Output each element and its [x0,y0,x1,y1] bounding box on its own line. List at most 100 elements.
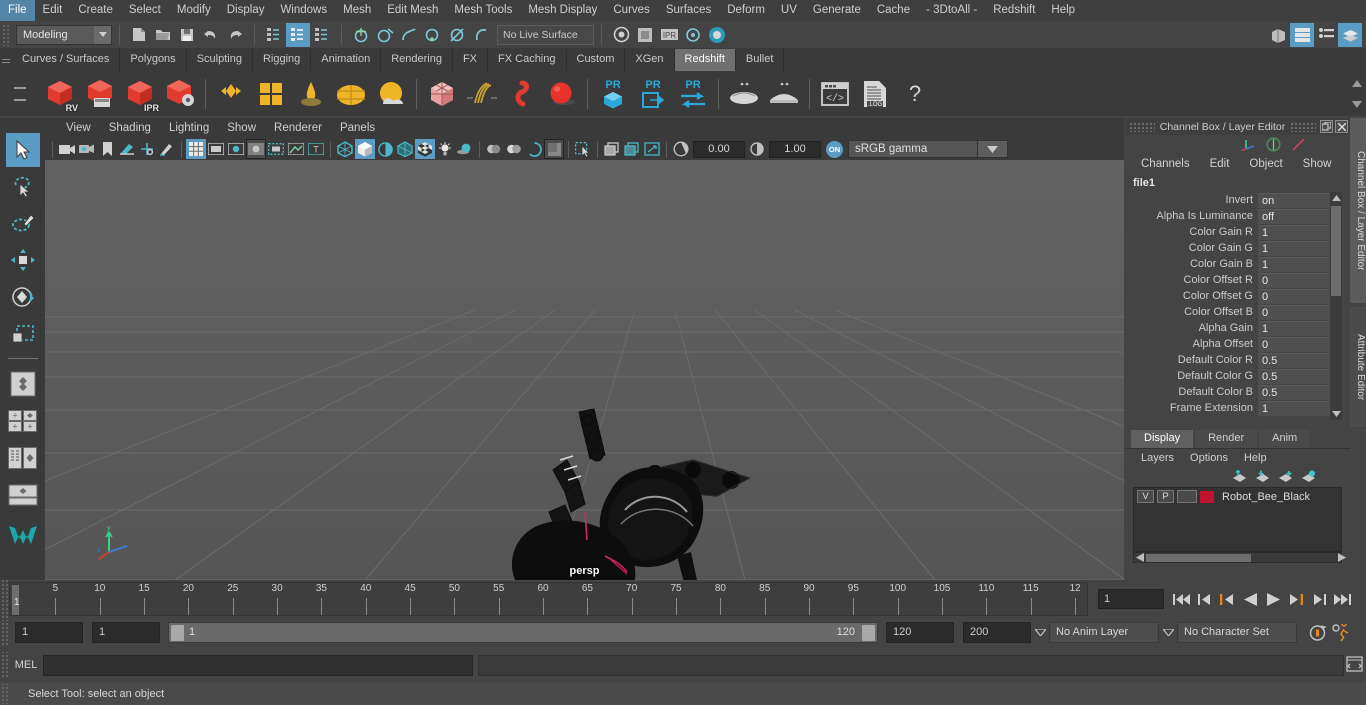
grease-pencil-icon[interactable] [157,139,177,159]
layers-menu[interactable]: Layers [1133,449,1182,467]
viewport-menu-show[interactable]: Show [218,118,265,138]
shelf-tab-bullet[interactable]: Bullet [735,49,785,71]
step-back-frame-icon[interactable] [1216,587,1238,611]
menu-surfaces[interactable]: Surfaces [658,0,719,21]
channel-row[interactable]: Invert on [1125,192,1350,208]
dock-tab-attribute-editor[interactable]: Attribute Editor [1350,307,1366,427]
use-all-lights-icon[interactable] [435,139,455,159]
channel-row[interactable]: Default Color G 0.5 [1125,368,1350,384]
snap-to-live-icon[interactable] [469,23,493,47]
ipr-render-icon[interactable] [633,23,657,47]
menu-3dtoall[interactable]: - 3DtoAll - [918,0,985,21]
shelf-tab-curves-surfaces[interactable]: Curves / Surfaces [12,49,121,71]
render-current-frame-icon[interactable] [609,23,633,47]
texture-display-icon[interactable] [415,139,435,159]
select-camera-icon[interactable] [57,139,77,159]
shelf-button-redshift-proxy[interactable] [422,74,462,114]
gamma-icon[interactable] [747,139,767,159]
menu-redshift[interactable]: Redshift [985,0,1043,21]
tab-anim[interactable]: Anim [1259,430,1311,448]
layer-color-swatch[interactable] [1200,490,1214,503]
render-settings-icon[interactable] [681,23,705,47]
channel-value[interactable]: 0.5 [1258,352,1333,368]
animation-end-time-field[interactable]: 200 [963,622,1031,643]
show-hide-attribute-editor-icon[interactable] [1290,23,1314,47]
channel-value[interactable]: 1 [1258,240,1333,256]
shelf-button-redshift-render-settings[interactable] [160,74,200,114]
channel-value[interactable]: 0 [1258,272,1333,288]
channel-box-scrollbar[interactable] [1330,192,1342,420]
time-slider-track[interactable]: 1 5 10 15 20 25 30 35 40 45 50 55 60 65 70 75 80 85 90 95 1… [9,582,1088,616]
character-set-field[interactable]: No Character Set [1177,622,1297,643]
shelf-button-redshift-bake-1[interactable] [724,74,764,114]
layer-row[interactable]: V P Robot_Bee_Black [1134,488,1341,505]
shelf-tab-fx-caching[interactable]: FX Caching [488,49,567,71]
film-gate-dashed-icon[interactable] [266,139,286,159]
menu-edit[interactable]: Edit [35,0,71,21]
viewport-menu-shading[interactable]: Shading [100,118,160,138]
layout-persp-outliner-button[interactable]: + + + [6,402,40,439]
channel-row[interactable]: Alpha Gain 1 [1125,320,1350,336]
new-scene-icon[interactable] [127,23,151,47]
menu-file[interactable]: File [0,0,35,21]
menu-windows[interactable]: Windows [272,0,335,21]
go-to-end-icon[interactable] [1331,587,1353,611]
shelf-tab-grip[interactable] [0,48,12,71]
scale-tool-button[interactable] [6,315,40,352]
select-by-object-type-icon[interactable] [286,22,310,47]
layout-persp-graph-button[interactable] [6,439,40,476]
screen-space-ao-icon[interactable] [484,139,504,159]
menu-modify[interactable]: Modify [169,0,219,21]
no-texture-filter-icon[interactable] [602,139,622,159]
shelf-tab-animation[interactable]: Animation [311,49,382,71]
channel-row[interactable]: Frame Extension 1 [1125,400,1350,416]
scrollbar-thumb[interactable] [1331,206,1341,296]
shelf-button-redshift-log[interactable]: .LOG [855,74,895,114]
menu-curves[interactable]: Curves [605,0,657,21]
shelf-button-redshift-sphere-light[interactable] [542,74,582,114]
step-forward-frame-icon[interactable] [1285,587,1307,611]
channel-row[interactable]: Default Color R 0.5 [1125,352,1350,368]
shelf-button-redshift-lights[interactable] [211,74,251,114]
move-layer-up-icon[interactable] [1232,469,1247,483]
range-end-handle[interactable] [862,625,875,641]
channelbox-menu-channels[interactable]: Channels [1131,153,1200,175]
snap-to-point-icon[interactable] [397,23,421,47]
layer-name[interactable]: Robot_Bee_Black [1222,491,1310,503]
two-d-pan-zoom-icon[interactable] [137,139,157,159]
show-hide-tool-settings-icon[interactable] [1314,23,1338,47]
shelf-button-redshift-pr-export[interactable]: PR [633,74,673,114]
menu-mesh[interactable]: Mesh [335,0,379,21]
texture-filter-icon[interactable] [622,139,642,159]
command-line-grip[interactable] [0,652,9,678]
panel-grip[interactable] [1129,121,1155,132]
step-forward-key-icon[interactable] [1308,587,1330,611]
menu-generate[interactable]: Generate [805,0,869,21]
shelf-button-redshift-ipr[interactable]: IPR [120,74,160,114]
shelf-button-redshift-rv[interactable]: RV [40,74,80,114]
perspective-viewport[interactable]: y z x persp [45,160,1124,580]
hscrollbar-thumb[interactable] [1146,553,1251,562]
tab-display[interactable]: Display [1131,430,1194,448]
menu-select[interactable]: Select [121,0,169,21]
rotate-tool-button[interactable] [6,278,40,315]
channel-value[interactable]: 0 [1258,288,1333,304]
render-view-toggle-icon[interactable] [705,23,729,47]
xray-icon[interactable] [286,139,306,159]
menu-deform[interactable]: Deform [719,0,773,21]
shadows-icon[interactable] [455,139,475,159]
layer-shading-toggle[interactable] [1177,490,1197,503]
channel-value[interactable]: 1 [1258,320,1333,336]
playback-start-time-field[interactable]: 1 [92,622,160,643]
color-profile-field[interactable]: sRGB gamma [848,140,978,158]
shelf-tab-redshift[interactable]: Redshift [674,49,736,71]
shelf-scroll-arrows[interactable] [1350,73,1364,115]
playback-end-time-field[interactable]: 120 [886,622,954,643]
open-scene-icon[interactable] [151,23,175,47]
film-gate-icon[interactable] [206,139,226,159]
menu-mesh-display[interactable]: Mesh Display [520,0,605,21]
shelf-button-redshift-pr-object[interactable]: PR [593,74,633,114]
range-start-handle[interactable] [171,625,184,641]
menu-uv[interactable]: UV [773,0,805,21]
layout-persp-single-button[interactable] [6,476,40,513]
